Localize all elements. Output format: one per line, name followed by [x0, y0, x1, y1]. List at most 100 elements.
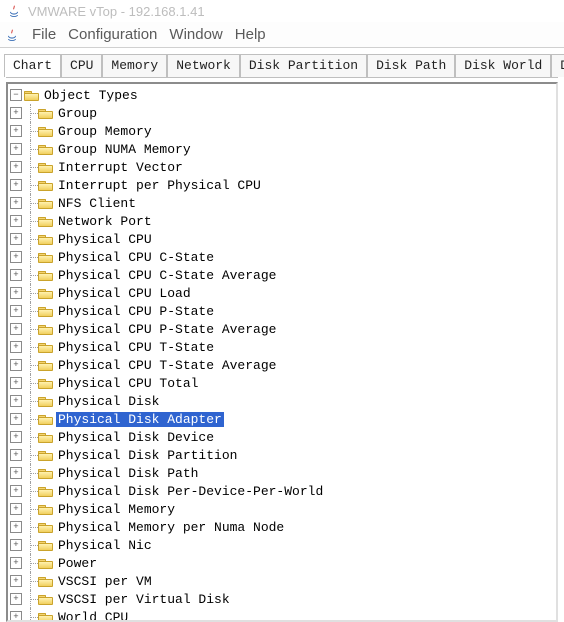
tree-item[interactable]: + Group Memory: [10, 122, 554, 140]
tree-item-label[interactable]: Physical Disk Partition: [56, 448, 239, 463]
expand-icon[interactable]: +: [10, 179, 22, 191]
tree-item[interactable]: + VSCSI per VM: [10, 572, 554, 590]
expand-icon[interactable]: +: [10, 413, 22, 425]
tab-disk-world[interactable]: Disk World: [455, 54, 551, 77]
expand-icon[interactable]: +: [10, 269, 22, 281]
tree-item[interactable]: + Physical Disk: [10, 392, 554, 410]
menu-window[interactable]: Window: [163, 24, 228, 45]
tree-item-label[interactable]: Physical Disk Adapter: [56, 412, 224, 427]
expand-icon[interactable]: +: [10, 359, 22, 371]
tab-network[interactable]: Network: [167, 54, 240, 77]
tree-item-label[interactable]: Group Memory: [56, 124, 154, 139]
expand-icon[interactable]: +: [10, 305, 22, 317]
tree-item[interactable]: + Physical Disk Device: [10, 428, 554, 446]
tree-item-label[interactable]: Physical CPU Total: [56, 376, 200, 391]
expand-icon[interactable]: +: [10, 467, 22, 479]
tree-item-label[interactable]: Physical CPU C-State: [56, 250, 216, 265]
tree-item[interactable]: + World CPU: [10, 608, 554, 622]
expand-icon[interactable]: +: [10, 143, 22, 155]
tree-item-label[interactable]: Physical Memory: [56, 502, 177, 517]
tree-item-label[interactable]: Network Port: [56, 214, 154, 229]
expand-icon[interactable]: +: [10, 197, 22, 209]
expand-icon[interactable]: +: [10, 233, 22, 245]
tree-item-label[interactable]: Power: [56, 556, 99, 571]
tree-item[interactable]: + Physical CPU C-State: [10, 248, 554, 266]
tree-item[interactable]: + Physical CPU C-State Average: [10, 266, 554, 284]
tree-root-label[interactable]: Object Types: [42, 88, 140, 103]
expand-icon[interactable]: +: [10, 539, 22, 551]
tree-item[interactable]: + Physical Disk Path: [10, 464, 554, 482]
tree-item[interactable]: + Physical Memory: [10, 500, 554, 518]
tree-item-label[interactable]: VSCSI per VM: [56, 574, 154, 589]
expand-icon[interactable]: +: [10, 287, 22, 299]
tree-item-label[interactable]: Physical CPU P-State: [56, 304, 216, 319]
expand-icon[interactable]: +: [10, 395, 22, 407]
tree-item[interactable]: + Physical Disk Partition: [10, 446, 554, 464]
tab-disk[interactable]: Disk: [551, 54, 564, 77]
expand-icon[interactable]: +: [10, 557, 22, 569]
tree-item[interactable]: + Physical CPU P-State Average: [10, 320, 554, 338]
menu-configuration[interactable]: Configuration: [62, 24, 163, 45]
expand-icon[interactable]: +: [10, 251, 22, 263]
tree-item-label[interactable]: Physical CPU T-State: [56, 340, 216, 355]
tab-disk-path[interactable]: Disk Path: [367, 54, 455, 77]
expand-icon[interactable]: +: [10, 215, 22, 227]
tree-item[interactable]: + Physical CPU Total: [10, 374, 554, 392]
expand-icon[interactable]: +: [10, 323, 22, 335]
tree-item[interactable]: + VSCSI per Virtual Disk: [10, 590, 554, 608]
tree-root[interactable]: − Object Types: [10, 86, 554, 104]
tree-item-label[interactable]: World CPU: [56, 610, 130, 622]
expand-icon[interactable]: +: [10, 161, 22, 173]
expand-icon[interactable]: +: [10, 593, 22, 605]
tree-item-label[interactable]: Interrupt Vector: [56, 160, 185, 175]
tree-item-label[interactable]: Interrupt per Physical CPU: [56, 178, 263, 193]
tree-item[interactable]: + Interrupt per Physical CPU: [10, 176, 554, 194]
expand-icon[interactable]: +: [10, 125, 22, 137]
expand-icon[interactable]: +: [10, 521, 22, 533]
collapse-icon[interactable]: −: [10, 89, 22, 101]
tree-item[interactable]: + Group: [10, 104, 554, 122]
expand-icon[interactable]: +: [10, 611, 22, 622]
menu-file[interactable]: File: [26, 24, 62, 45]
tree-item-label[interactable]: NFS Client: [56, 196, 138, 211]
tree-item-label[interactable]: Physical CPU Load: [56, 286, 193, 301]
expand-icon[interactable]: +: [10, 107, 22, 119]
tree-item-label[interactable]: Physical CPU P-State Average: [56, 322, 278, 337]
expand-icon[interactable]: +: [10, 449, 22, 461]
tree-item-label[interactable]: Group NUMA Memory: [56, 142, 193, 157]
tree-item-label[interactable]: Physical Disk Path: [56, 466, 200, 481]
tree-item[interactable]: + Physical CPU: [10, 230, 554, 248]
tab-chart[interactable]: Chart: [4, 54, 61, 77]
tree-item-label[interactable]: Group: [56, 106, 99, 121]
tab-memory[interactable]: Memory: [102, 54, 167, 77]
tree-item-label[interactable]: Physical Nic: [56, 538, 154, 553]
expand-icon[interactable]: +: [10, 377, 22, 389]
tree-item-label[interactable]: Physical Disk Per-Device-Per-World: [56, 484, 325, 499]
tree-item-label[interactable]: VSCSI per Virtual Disk: [56, 592, 232, 607]
tree-item[interactable]: + Physical CPU T-State: [10, 338, 554, 356]
expand-icon[interactable]: +: [10, 575, 22, 587]
tree-item[interactable]: +Physical Memory per Numa Node: [10, 518, 554, 536]
tree-item[interactable]: + Power: [10, 554, 554, 572]
tree-item[interactable]: + Physical CPU P-State: [10, 302, 554, 320]
tree-item-label[interactable]: Physical CPU C-State Average: [56, 268, 278, 283]
tree-item-label[interactable]: Physical Disk Device: [56, 430, 216, 445]
expand-icon[interactable]: +: [10, 341, 22, 353]
tree-item-label[interactable]: Physical CPU T-State Average: [56, 358, 278, 373]
tree-item[interactable]: + Physical CPU T-State Average: [10, 356, 554, 374]
tree-item[interactable]: + NFS Client: [10, 194, 554, 212]
tab-cpu[interactable]: CPU: [61, 54, 102, 77]
tree-item[interactable]: + Interrupt Vector: [10, 158, 554, 176]
tree-item[interactable]: + Physical CPU Load: [10, 284, 554, 302]
expand-icon[interactable]: +: [10, 431, 22, 443]
tree-item[interactable]: + Physical Disk Per-Device-Per-World: [10, 482, 554, 500]
tree-item[interactable]: + Physical Nic: [10, 536, 554, 554]
menu-help[interactable]: Help: [229, 24, 272, 45]
expand-icon[interactable]: +: [10, 485, 22, 497]
tree-item[interactable]: + Physical Disk Adapter: [10, 410, 554, 428]
tree-item[interactable]: + Group NUMA Memory: [10, 140, 554, 158]
tab-disk-partition[interactable]: Disk Partition: [240, 54, 367, 77]
tree-item-label[interactable]: Physical CPU: [56, 232, 154, 247]
expand-icon[interactable]: +: [10, 503, 22, 515]
tree-item-label[interactable]: Physical Disk: [56, 394, 161, 409]
